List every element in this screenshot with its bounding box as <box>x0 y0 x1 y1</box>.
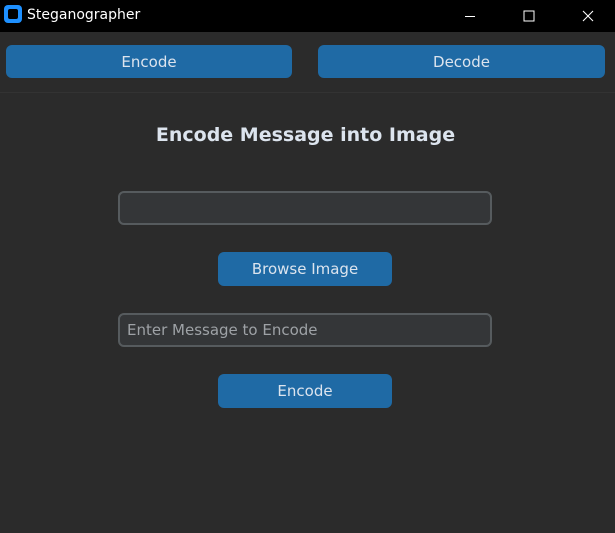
minimize-button[interactable] <box>447 0 493 32</box>
app-icon <box>4 5 22 23</box>
maximize-button[interactable] <box>506 0 552 32</box>
message-input[interactable] <box>118 313 492 347</box>
browse-image-button[interactable]: Browse Image <box>218 252 392 286</box>
close-button[interactable] <box>565 0 611 32</box>
window-title: Steganographer <box>27 7 141 23</box>
minimize-icon <box>465 16 475 17</box>
close-icon <box>582 10 594 22</box>
maximize-icon <box>523 10 535 22</box>
title-bar[interactable]: Steganographer <box>0 0 615 32</box>
app-window: Steganographer Encode Decode Encode Mess… <box>0 0 615 533</box>
mode-nav-bar: Encode Decode <box>0 32 615 93</box>
encode-panel: Encode Message into Image Browse Image E… <box>0 93 615 533</box>
decode-tab-button[interactable]: Decode <box>318 45 605 78</box>
image-path-input[interactable] <box>118 191 492 225</box>
encode-submit-button[interactable]: Encode <box>218 374 392 408</box>
encode-tab-button[interactable]: Encode <box>6 45 292 78</box>
page-title: Encode Message into Image <box>155 124 456 146</box>
